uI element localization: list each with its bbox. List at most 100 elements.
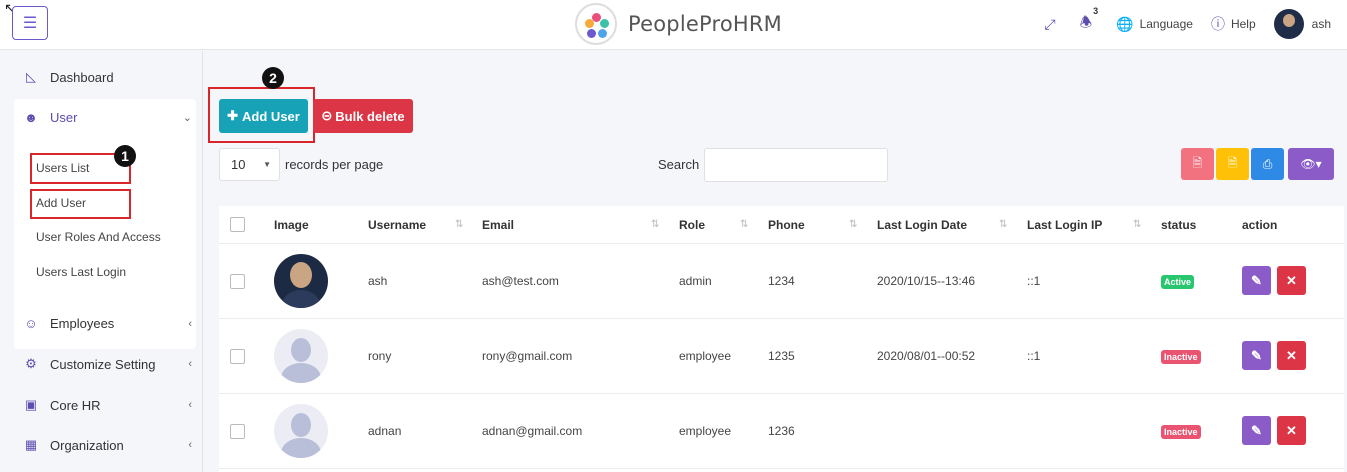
user-menu-group bbox=[14, 99, 196, 349]
chevron-left-icon: ‹ bbox=[188, 317, 192, 330]
bulk-delete-label: Bulk delete bbox=[335, 108, 405, 124]
user-menu[interactable]: ash bbox=[1273, 9, 1331, 39]
sidebar-subitem-users-last-login[interactable]: Users Last Login bbox=[36, 265, 126, 279]
globe-icon: 🌐 bbox=[1116, 15, 1134, 32]
users-icon: ☺ bbox=[24, 316, 38, 331]
table-row: adnan adnan@gmail.com employee 1236 Inac… bbox=[219, 394, 1344, 469]
email-cell: rony@gmail.com bbox=[482, 349, 573, 363]
sidebar-item-employees[interactable]: ☺ Employees ‹ bbox=[22, 316, 192, 331]
sort-icon[interactable]: ⇅ bbox=[1133, 219, 1141, 230]
row-checkbox[interactable] bbox=[230, 349, 245, 364]
grid-icon: ▦ bbox=[24, 437, 38, 452]
status-badge: Inactive bbox=[1161, 350, 1201, 364]
language-menu[interactable]: 🌐 Language bbox=[1116, 16, 1193, 33]
users-table: Image Username ⇅ Email ⇅ Role ⇅ Phone ⇅ … bbox=[219, 206, 1344, 472]
edit-icon: ✎ bbox=[1251, 347, 1262, 363]
delete-button[interactable]: ✕ bbox=[1277, 416, 1306, 445]
table-row: ash ash@test.com admin 1234 2020/10/15--… bbox=[219, 244, 1344, 319]
row-checkbox[interactable] bbox=[230, 424, 245, 439]
last-login-ip-cell: ::1 bbox=[1027, 274, 1041, 288]
sort-icon[interactable]: ⇅ bbox=[455, 219, 463, 230]
sidebar-item-customize-setting[interactable]: ⚙ Customize Setting ‹ bbox=[22, 356, 192, 372]
column-header-status[interactable]: status bbox=[1161, 218, 1196, 232]
edit-button[interactable]: ✎ bbox=[1242, 266, 1271, 295]
sidebar-item-user[interactable]: ☻ User ⌄ bbox=[22, 110, 192, 125]
edit-icon: ✎ bbox=[1251, 422, 1262, 438]
plus-icon: ✚ bbox=[227, 108, 239, 123]
header-actions: ⤢ 🕭 3 🌐 Language ⓘ Help ash bbox=[1026, 6, 1331, 40]
language-label: Language bbox=[1139, 17, 1193, 31]
print-icon: ⎙ bbox=[1262, 156, 1273, 171]
bulk-delete-button[interactable]: ⊝ Bulk delete bbox=[313, 99, 413, 133]
edit-icon: ✎ bbox=[1251, 272, 1262, 288]
search-input[interactable] bbox=[704, 148, 888, 182]
column-header-last-login-date[interactable]: Last Login Date bbox=[877, 218, 967, 232]
sort-icon[interactable]: ⇅ bbox=[740, 219, 748, 230]
export-csv-button[interactable]: 🗎 bbox=[1216, 148, 1249, 180]
fullscreen-icon: ⤢ bbox=[1044, 15, 1056, 32]
avatar bbox=[274, 254, 328, 308]
username-cell: adnan bbox=[368, 424, 402, 438]
fullscreen-button[interactable]: ⤢ bbox=[1044, 16, 1055, 33]
chevron-left-icon: ‹ bbox=[188, 399, 192, 411]
close-icon: ✕ bbox=[1286, 347, 1297, 363]
hamburger-menu-button[interactable]: ☰ bbox=[12, 6, 48, 40]
caret-down-icon: ▼ bbox=[263, 160, 271, 169]
column-header-last-login-ip[interactable]: Last Login IP bbox=[1027, 218, 1102, 232]
sidebar-subitem-user-roles[interactable]: User Roles And Access bbox=[36, 230, 161, 244]
briefcase-icon: ▣ bbox=[24, 397, 38, 412]
records-per-page: 10 ▼ records per page bbox=[219, 148, 383, 181]
sidebar-item-organization[interactable]: ▦ Organization ‹ bbox=[22, 437, 192, 453]
edit-button[interactable]: ✎ bbox=[1242, 416, 1271, 445]
help-link[interactable]: ⓘ Help bbox=[1211, 14, 1256, 34]
step-1-marker: 1 bbox=[114, 145, 136, 167]
column-header-role[interactable]: Role bbox=[679, 218, 705, 232]
delete-button[interactable]: ✕ bbox=[1277, 341, 1306, 370]
sidebar-item-label: Core HR bbox=[50, 397, 101, 413]
column-header-email[interactable]: Email bbox=[482, 218, 514, 232]
brand[interactable]: PeopleProHRM bbox=[575, 3, 782, 45]
phone-cell: 1236 bbox=[768, 424, 795, 438]
status-badge: Active bbox=[1161, 275, 1195, 289]
select-all-checkbox[interactable] bbox=[230, 217, 245, 232]
last-login-ip-cell: ::1 bbox=[1027, 349, 1041, 363]
sidebar-item-core-hr[interactable]: ▣ Core HR ‹ bbox=[22, 397, 192, 413]
bell-icon: 🕭 bbox=[1079, 14, 1093, 30]
minus-circle-icon: ⊝ bbox=[321, 108, 333, 123]
column-header-username[interactable]: Username bbox=[368, 218, 426, 232]
edit-button[interactable]: ✎ bbox=[1242, 341, 1271, 370]
top-bar: ↖ ☰ PeopleProHRM ⤢ 🕭 3 🌐 Language ⓘ Help bbox=[0, 0, 1347, 50]
user-icon: ☻ bbox=[24, 110, 38, 125]
print-button[interactable]: ⎙ bbox=[1251, 148, 1284, 180]
table-header-row: Image Username ⇅ Email ⇅ Role ⇅ Phone ⇅ … bbox=[219, 206, 1344, 244]
user-avatar bbox=[1273, 9, 1304, 39]
delete-button[interactable]: ✕ bbox=[1277, 266, 1306, 295]
sidebar-item-label: User bbox=[50, 110, 78, 125]
highlight-add-user bbox=[30, 189, 131, 219]
column-header-action: action bbox=[1242, 218, 1278, 232]
brand-logo-icon bbox=[575, 3, 617, 45]
close-icon: ✕ bbox=[1286, 422, 1297, 438]
column-visibility-button[interactable]: 👁▾ bbox=[1288, 148, 1334, 180]
export-pdf-button[interactable]: 🗎 bbox=[1181, 148, 1214, 180]
gauge-icon: ◺ bbox=[26, 69, 36, 84]
sidebar-item-dashboard[interactable]: ◺ Dashboard bbox=[22, 69, 192, 85]
sort-icon[interactable]: ⇅ bbox=[849, 219, 857, 230]
page-size-select[interactable]: 10 ▼ bbox=[219, 148, 280, 181]
username-cell: ash bbox=[368, 274, 388, 288]
row-checkbox[interactable] bbox=[230, 274, 245, 289]
notifications-button[interactable]: 🕭 3 bbox=[1079, 6, 1099, 36]
sort-icon[interactable]: ⇅ bbox=[651, 219, 659, 230]
hamburger-icon: ☰ bbox=[22, 15, 38, 32]
column-header-phone[interactable]: Phone bbox=[768, 218, 805, 232]
column-header-image[interactable]: Image bbox=[274, 218, 309, 232]
eye-icon: 👁▾ bbox=[1300, 157, 1322, 171]
records-label: records per page bbox=[285, 157, 384, 172]
user-name: ash bbox=[1311, 17, 1331, 31]
chevron-left-icon: ‹ bbox=[188, 439, 192, 451]
sidebar-item-label: Dashboard bbox=[50, 69, 114, 85]
sort-icon[interactable]: ⇅ bbox=[999, 219, 1007, 230]
app-title: PeopleProHRM bbox=[628, 12, 782, 36]
add-user-button[interactable]: ✚ Add User bbox=[219, 99, 308, 133]
phone-cell: 1235 bbox=[768, 349, 795, 363]
